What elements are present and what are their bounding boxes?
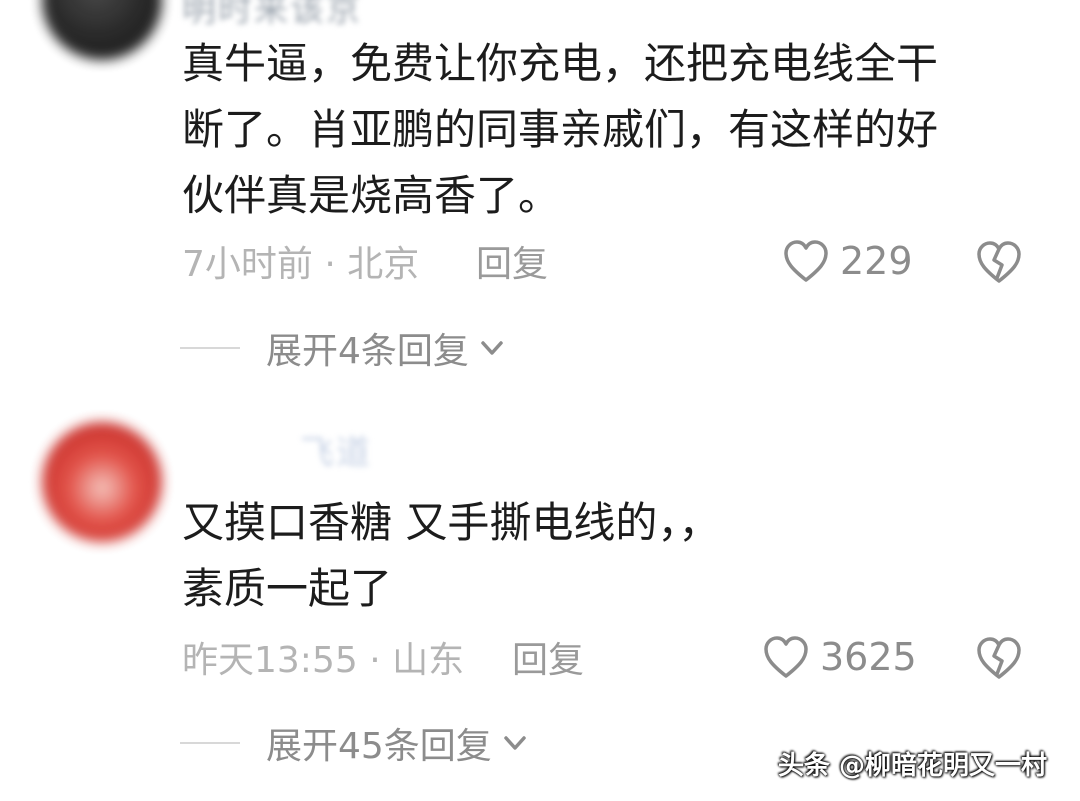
like-button[interactable]: 229 (782, 233, 913, 289)
divider (180, 347, 240, 349)
expand-replies-button[interactable]: 展开4条回复 (180, 323, 505, 373)
like-count: 229 (840, 239, 913, 283)
avatar[interactable] (42, 422, 162, 542)
broken-heart-icon[interactable] (975, 634, 1023, 682)
watermark: 头条 @柳暗花明又一村 (778, 751, 1048, 781)
avatar[interactable] (42, 0, 162, 60)
comment-text-line: 伙伴真是烧高香了。 (182, 171, 561, 220)
comment-text-line: 断了。肖亚鹏的同事亲戚们，有这样的好 (182, 105, 939, 154)
comment-text: 又摸口香糖 又手撕电线的，， 素质一起了 (182, 490, 1012, 622)
expand-replies-label: 展开4条回复 (266, 331, 469, 372)
comment-text-line: 真牛逼，免费让你充电，还把充电线全干 (182, 39, 939, 88)
comment-text-line: 又摸口香糖 又手撕电线的，， (182, 498, 721, 547)
comment-meta: 昨天13:55 · 山东 (182, 640, 465, 681)
like-button[interactable]: 3625 (762, 629, 917, 685)
username[interactable]: 飞道 (300, 425, 372, 473)
reply-button[interactable]: 回复 (476, 236, 548, 286)
heart-outline-icon (764, 636, 808, 678)
reply-button[interactable]: 回复 (512, 632, 584, 682)
username[interactable]: 明时来该京 (182, 0, 362, 30)
like-count: 3625 (820, 635, 917, 679)
broken-heart-icon[interactable] (975, 238, 1023, 286)
comment-meta: 7小时前 · 北京 (182, 244, 420, 285)
chevron-down-icon (504, 736, 526, 750)
expand-replies-button[interactable]: 展开45条回复 (180, 718, 528, 768)
heart-outline-icon (784, 240, 828, 282)
chevron-down-icon (481, 341, 503, 355)
comment-text: 真牛逼，免费让你充电，还把充电线全干 断了。肖亚鹏的同事亲戚们，有这样的好 伙伴… (182, 31, 1012, 229)
expand-replies-label: 展开45条回复 (266, 726, 492, 767)
divider (180, 742, 240, 744)
comment-text-line: 素质一起了 (182, 564, 393, 613)
